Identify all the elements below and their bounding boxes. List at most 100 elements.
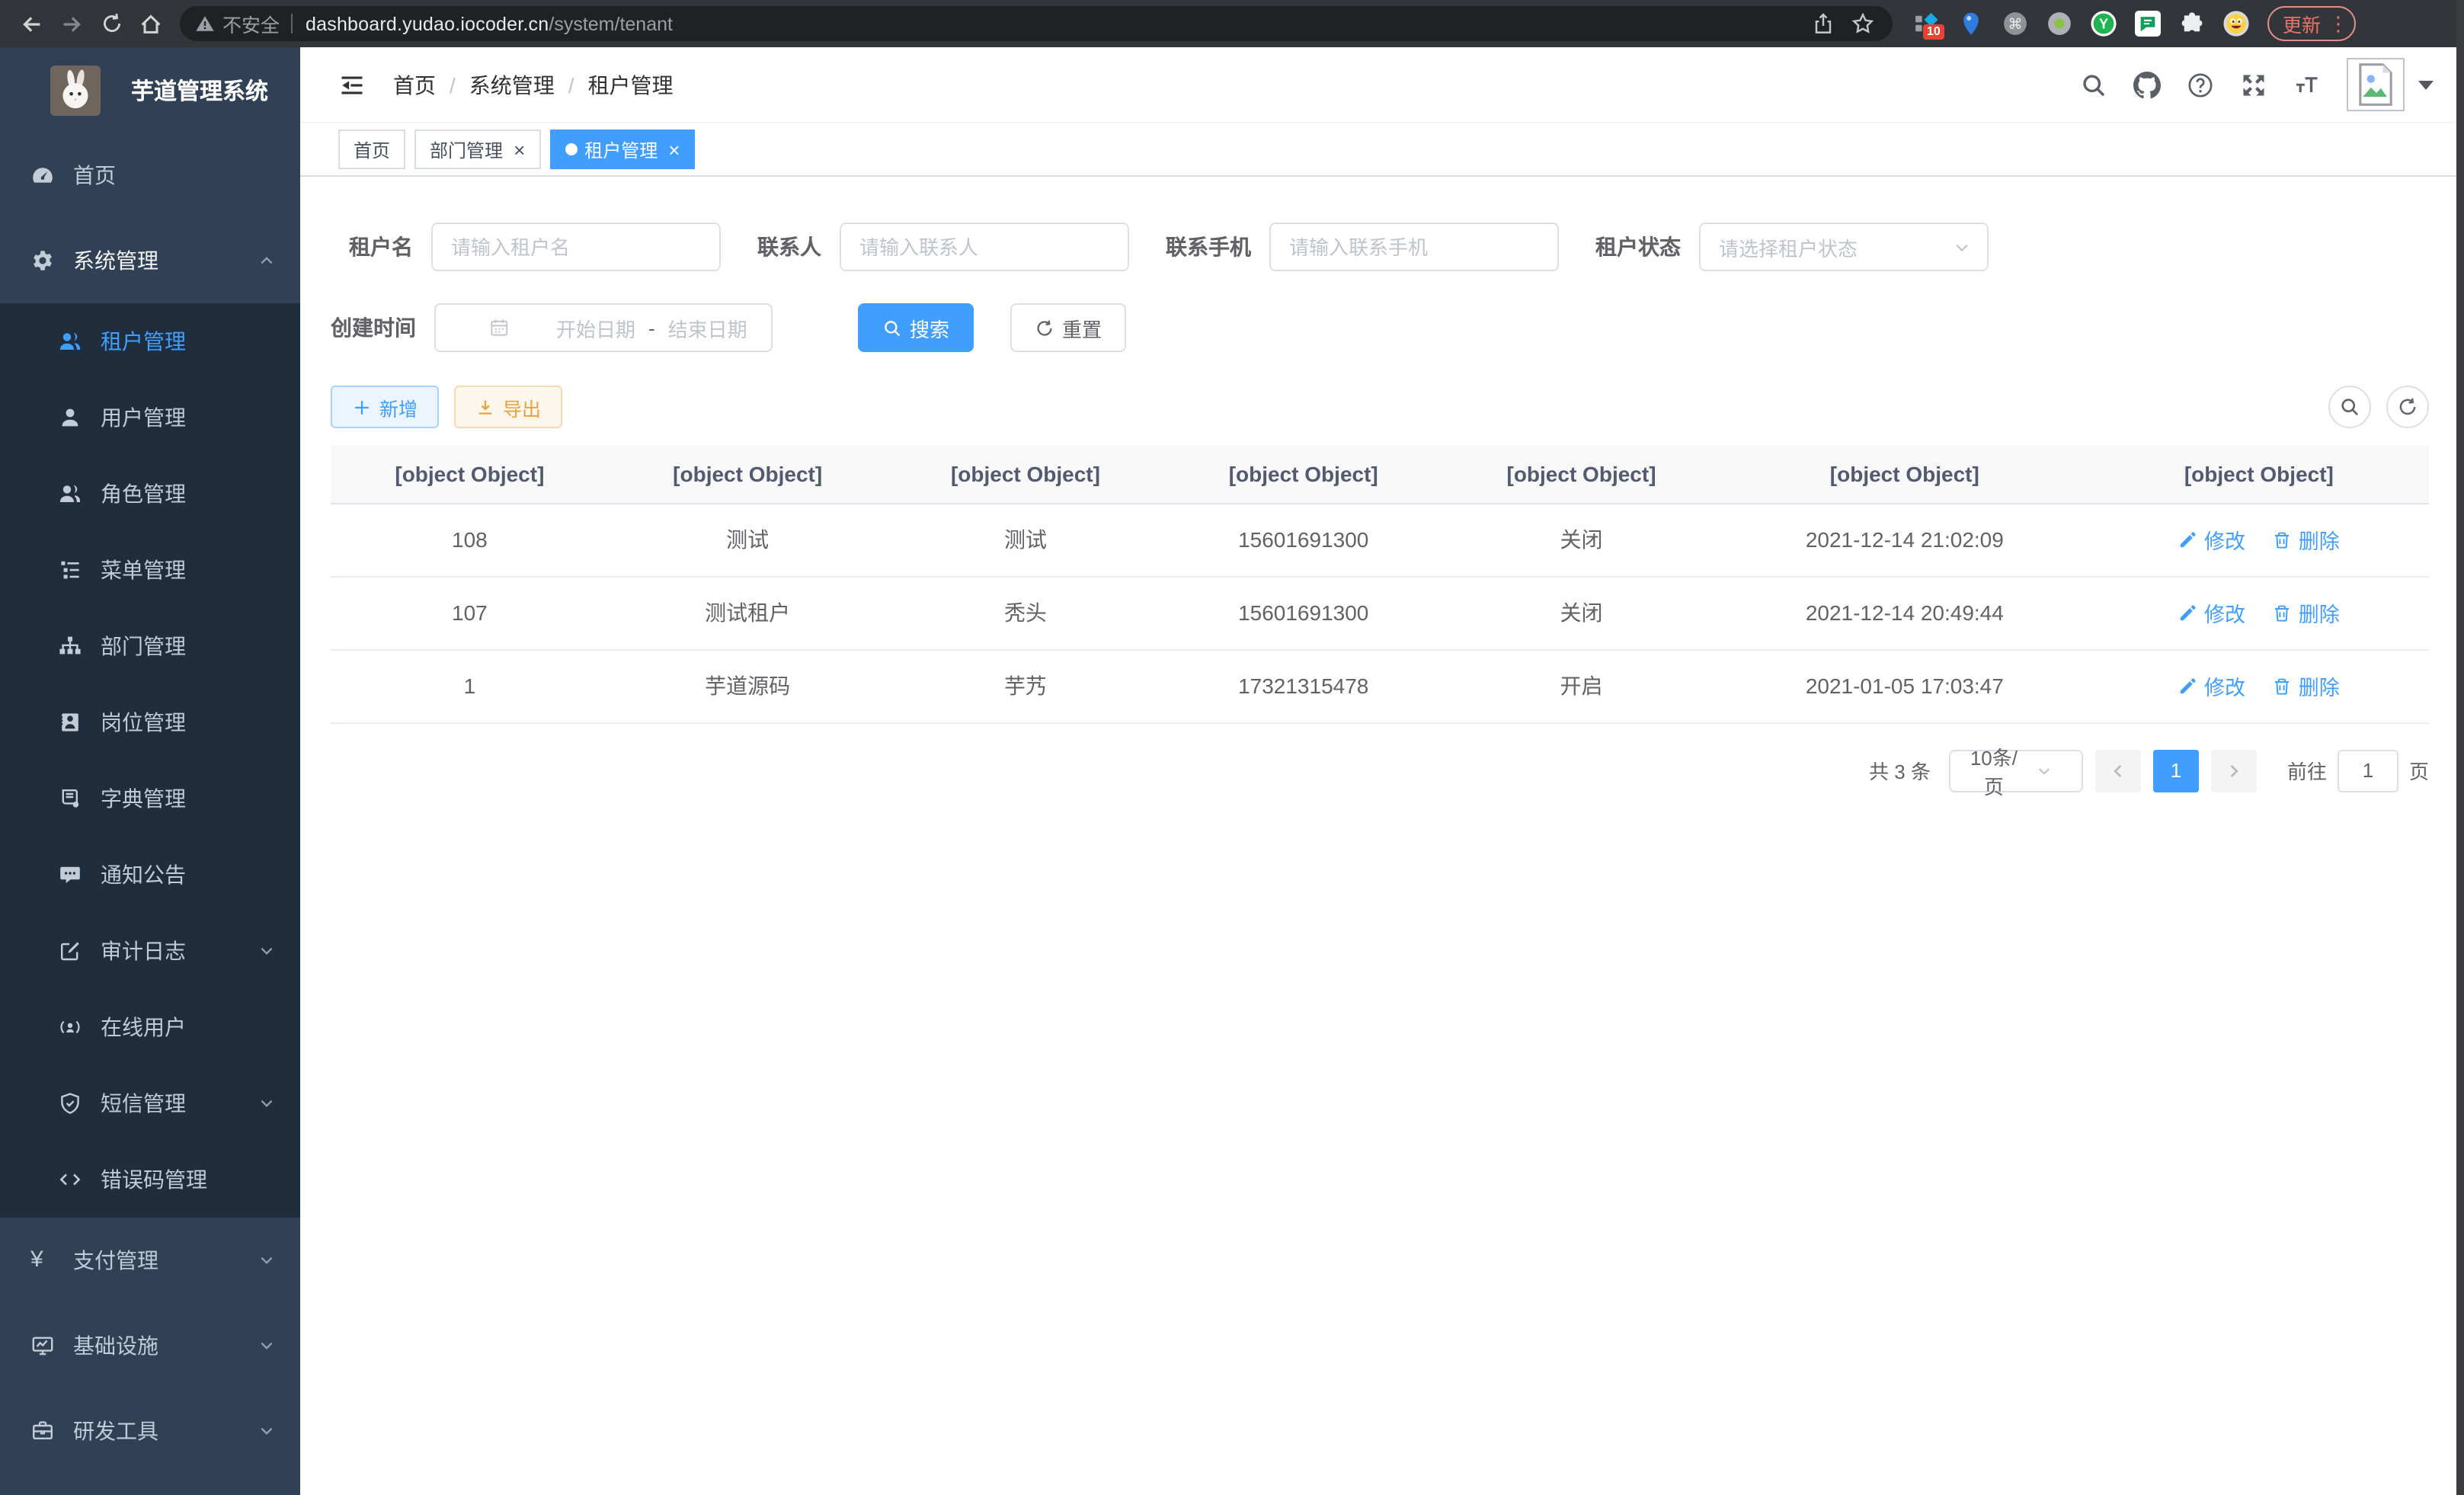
tab-label: 租户管理 (584, 136, 658, 162)
breadcrumb-item[interactable]: 系统管理 (469, 69, 555, 100)
sidebar-item[interactable]: 基础设施 (0, 1303, 300, 1388)
fullscreen-button[interactable] (2240, 71, 2267, 98)
edit-icon (2178, 603, 2198, 623)
sidebar-item[interactable]: 首页 (0, 133, 300, 218)
tenant-table: [object Object][object Object][object Ob… (331, 445, 2429, 723)
sidebar-item[interactable]: 岗位管理 (0, 684, 300, 760)
user-menu-caret-icon[interactable] (2418, 80, 2434, 89)
sidebar-item[interactable]: 在线用户 (0, 989, 300, 1065)
sidebar-item[interactable]: 租户管理 (0, 303, 300, 379)
sidebar-item[interactable]: 短信管理 (0, 1065, 300, 1141)
extension-button[interactable] (2046, 11, 2072, 37)
page-tab[interactable]: 部门管理 × (414, 130, 540, 169)
browser-back-button[interactable] (12, 4, 52, 43)
sidebar-item[interactable]: 研发工具 (0, 1388, 300, 1474)
breadcrumb-item[interactable]: 租户管理 (588, 69, 674, 100)
broken-image-icon (2350, 61, 2402, 108)
sidebar-item[interactable]: 字典管理 (0, 760, 300, 837)
prev-page-button[interactable] (2095, 749, 2141, 792)
help-button[interactable] (2187, 71, 2214, 98)
sidebar-item[interactable]: 通知公告 (0, 837, 300, 913)
app-logo[interactable]: 芋道管理系统 (0, 47, 300, 133)
goto-label: 前往 (2287, 756, 2327, 785)
extension-button[interactable] (2223, 11, 2249, 37)
extension-button[interactable] (1958, 11, 1984, 37)
browser-home-button[interactable] (131, 4, 171, 43)
tab-label: 部门管理 (430, 136, 503, 162)
sidebar-collapse-button[interactable] (338, 71, 366, 98)
table-column-header: [object Object] (609, 445, 887, 503)
page-size-select[interactable]: 10条/页 (1949, 749, 2083, 792)
edit-link[interactable]: 修改 (2178, 671, 2245, 701)
tab-label: 首页 (354, 136, 390, 162)
dashboard-icon (30, 163, 55, 187)
sidebar: 芋道管理系统 首页 系统管理 (0, 47, 300, 1495)
sidebar-item[interactable]: 部门管理 (0, 608, 300, 684)
browser-chrome: 不安全 dashboard.yudao.iocoder.cn /system/t… (0, 0, 2464, 47)
page-number-1[interactable]: 1 (2153, 749, 2199, 792)
address-bar[interactable]: 不安全 dashboard.yudao.iocoder.cn /system/t… (180, 6, 1893, 41)
user-avatar[interactable] (2347, 58, 2405, 111)
edit-icon (2178, 530, 2198, 549)
date-range-separator: - (644, 316, 659, 339)
extension-button[interactable] (2179, 11, 2205, 37)
cell-operations: 修改 删除 (2089, 649, 2429, 722)
extension-button[interactable]: Y (2091, 11, 2117, 37)
table-row: 108 测试 测试 15601691300 关闭 2021-12-14 21:0… (331, 503, 2429, 576)
edit-link[interactable]: 修改 (2178, 524, 2245, 555)
ext-avatar-icon (2223, 11, 2249, 37)
sidebar-item[interactable]: 系统管理 (0, 218, 300, 303)
sidebar-item[interactable]: 菜单管理 (0, 532, 300, 608)
extension-button[interactable]: 10 (1914, 11, 1940, 37)
github-button[interactable] (2133, 71, 2161, 98)
sidebar-item[interactable]: ¥ 支付管理 (0, 1218, 300, 1303)
extension-button[interactable] (2135, 11, 2161, 37)
page-tab[interactable]: 租户管理 × (549, 130, 695, 169)
create-time-range-picker[interactable]: 开始日期 - 结束日期 (434, 303, 773, 352)
bookmark-button[interactable] (1847, 8, 1877, 39)
refresh-table-button[interactable] (2386, 386, 2429, 428)
sidebar-item[interactable]: 错误码管理 (0, 1141, 300, 1218)
cell-operations: 修改 删除 (2089, 503, 2429, 576)
delete-link[interactable]: 删除 (2273, 524, 2340, 555)
reset-button[interactable]: 重置 (1010, 303, 1126, 352)
tab-close-icon[interactable]: × (514, 139, 525, 159)
goto-page-input[interactable] (2338, 749, 2398, 792)
cell-status: 关闭 (1442, 576, 1720, 649)
tab-close-icon[interactable]: × (668, 139, 680, 159)
tenant-name-label: 租户名 (331, 232, 413, 262)
header-search-button[interactable] (2080, 71, 2107, 98)
update-button[interactable]: 更新 ⋮ (2267, 6, 2356, 41)
next-page-button[interactable] (2211, 749, 2257, 792)
browser-menu-icon[interactable]: ⋮ (2328, 14, 2348, 34)
contact-input[interactable] (840, 222, 1129, 271)
tenant-name-input[interactable] (431, 222, 721, 271)
page-tab[interactable]: 首页 (338, 130, 405, 169)
sidebar-item[interactable]: 审计日志 (0, 913, 300, 989)
mobile-input[interactable] (1269, 222, 1559, 271)
refresh-icon (1035, 318, 1054, 338)
breadcrumb-item[interactable]: 首页 (393, 69, 436, 100)
export-button[interactable]: 导出 (454, 386, 562, 428)
sidebar-item[interactable]: 角色管理 (0, 456, 300, 532)
font-size-button[interactable] (2293, 71, 2321, 98)
search-button[interactable]: 搜索 (858, 303, 974, 352)
mobile-label: 联系手机 (1166, 232, 1251, 262)
browser-reload-button[interactable] (91, 4, 131, 43)
browser-forward-button[interactable] (52, 4, 91, 43)
add-button[interactable]: 新增 (331, 386, 439, 428)
delete-link[interactable]: 删除 (2273, 671, 2340, 701)
share-button[interactable] (1807, 8, 1838, 39)
delete-link[interactable]: 删除 (2273, 597, 2340, 628)
svg-text:Y: Y (2099, 16, 2108, 31)
status-select[interactable]: 请选择租户状态 (1699, 222, 1989, 271)
extension-button[interactable]: ⌘ (2002, 11, 2028, 37)
edit-link[interactable]: 修改 (2178, 597, 2245, 628)
toggle-search-button[interactable] (2328, 386, 2371, 428)
reload-icon (100, 12, 123, 35)
breadcrumb-separator: / (568, 72, 574, 97)
table-toolbar: 新增 导出 (331, 386, 2429, 428)
sidebar-item[interactable]: 用户管理 (0, 379, 300, 456)
edit-icon (2178, 676, 2198, 696)
security-label[interactable]: 不安全 (222, 9, 280, 38)
